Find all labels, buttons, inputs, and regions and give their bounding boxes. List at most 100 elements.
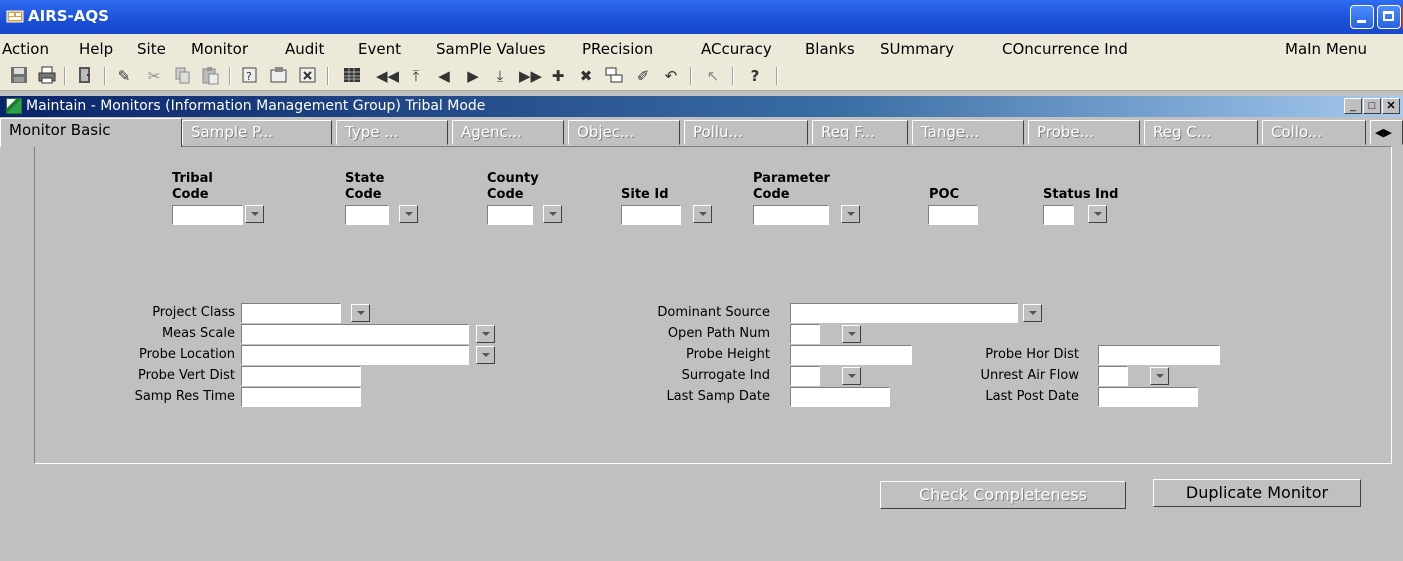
site-id-field[interactable] [621, 205, 681, 225]
tab-sample-p[interactable]: Sample P... [182, 120, 332, 145]
state-code-field[interactable] [345, 205, 389, 225]
save-icon[interactable] [8, 65, 30, 87]
menu-help[interactable]: Help [79, 40, 113, 58]
probe-location-dropdown[interactable] [476, 346, 495, 364]
toolbar-separator [776, 67, 778, 85]
samp-res-time-field[interactable] [241, 387, 361, 407]
copy-icon[interactable] [171, 65, 193, 87]
project-class-field[interactable] [241, 303, 341, 323]
open-path-num-dropdown[interactable] [842, 325, 861, 343]
first-record-icon[interactable]: ◀◀ [376, 65, 399, 87]
tab-strip: Monitor Basic Sample P... Type ... Agenc… [0, 118, 1403, 147]
list-icon[interactable]: ↖ [702, 65, 724, 87]
menu-monitor[interactable]: Monitor [191, 40, 248, 58]
edit-icon[interactable]: ✎ [113, 65, 135, 87]
menu-event[interactable]: Event [358, 40, 401, 58]
app-icon [6, 10, 24, 23]
inner-maximize-button[interactable]: □ [1363, 98, 1381, 114]
parameter-code-header: Parameter Code [753, 171, 830, 202]
menu-action[interactable]: Action [2, 40, 49, 58]
probe-vert-dist-field[interactable] [241, 366, 361, 386]
tab-probe[interactable]: Probe... [1028, 120, 1140, 145]
insert-record-icon[interactable]: ✚ [547, 65, 569, 87]
tab-monitor-basic[interactable]: Monitor Basic [0, 118, 182, 147]
last-samp-date-field[interactable] [790, 387, 890, 407]
previous-record-icon[interactable]: ◀ [433, 65, 455, 87]
tribal-code-field[interactable] [172, 205, 243, 225]
unrest-air-flow-dropdown[interactable] [1150, 367, 1169, 385]
delete-record-icon[interactable]: ✖ [575, 65, 597, 87]
next-set-icon[interactable]: ⤓ [489, 65, 511, 87]
inner-minimize-button[interactable]: _ [1344, 98, 1362, 114]
tribal-code-header: Tribal Code [172, 171, 213, 202]
check-completeness-button[interactable]: Check Completeness [880, 481, 1126, 509]
state-code-dropdown[interactable] [399, 205, 418, 223]
parameter-code-field[interactable] [753, 205, 829, 225]
county-code-field[interactable] [487, 205, 533, 225]
tab-collocated[interactable]: Collo... [1262, 120, 1366, 145]
cancel-query-icon[interactable] [297, 65, 319, 87]
surrogate-ind-field[interactable] [790, 366, 820, 386]
maximize-button[interactable] [1377, 5, 1401, 29]
menu-audit[interactable]: Audit [285, 40, 324, 58]
toolbar-separator [327, 67, 329, 85]
window-title: AIRS-AQS [28, 7, 109, 25]
undo-icon[interactable]: ↶ [660, 65, 682, 87]
query-icon[interactable]: ? [239, 65, 261, 87]
unrest-air-flow-field[interactable] [1098, 366, 1128, 386]
probe-vert-dist-label: Probe Vert Dist [138, 368, 235, 383]
execute-query-icon[interactable] [268, 65, 290, 87]
tab-req-f[interactable]: Req F... [812, 120, 908, 145]
menu-sample-values[interactable]: SamPle Values [436, 40, 546, 58]
menu-precision[interactable]: PRecision [582, 40, 653, 58]
project-class-dropdown[interactable] [351, 304, 370, 322]
print-icon[interactable] [36, 65, 58, 87]
duplicate-monitor-button[interactable]: Duplicate Monitor [1153, 479, 1361, 507]
tab-objective[interactable]: Objec... [568, 120, 680, 145]
poc-field[interactable] [928, 205, 978, 225]
open-path-num-field[interactable] [790, 324, 820, 344]
surrogate-ind-dropdown[interactable] [842, 367, 861, 385]
status-ind-field[interactable] [1043, 205, 1074, 225]
tab-type[interactable]: Type ... [336, 120, 448, 145]
probe-hor-dist-field[interactable] [1098, 345, 1220, 365]
menu-accuracy[interactable]: ACcuracy [701, 40, 772, 58]
grid-icon[interactable] [341, 65, 363, 87]
previous-set-icon[interactable]: ⤒ [405, 65, 427, 87]
inner-close-button[interactable]: ✕ [1382, 98, 1400, 114]
meas-scale-dropdown[interactable] [476, 325, 495, 343]
exit-icon[interactable] [74, 65, 96, 87]
probe-height-field[interactable] [790, 345, 912, 365]
paste-icon[interactable] [199, 65, 221, 87]
dominant-source-field[interactable] [790, 303, 1018, 323]
clear-icon[interactable]: ✐ [632, 65, 654, 87]
tab-scroll-arrows[interactable]: ◀▶ [1370, 120, 1403, 145]
parameter-code-dropdown[interactable] [841, 205, 860, 223]
help-icon[interactable]: ? [744, 65, 766, 87]
site-id-dropdown[interactable] [693, 205, 712, 223]
probe-location-field[interactable] [241, 345, 469, 365]
minimize-button[interactable] [1350, 5, 1374, 29]
toolbar-separator [104, 67, 106, 85]
menu-summary[interactable]: SUmmary [880, 40, 954, 58]
last-record-icon[interactable]: ▶▶ [519, 65, 542, 87]
menu-concurrence-ind[interactable]: COncurrence Ind [1002, 40, 1128, 58]
meas-scale-field[interactable] [241, 324, 469, 344]
menu-blanks[interactable]: Blanks [805, 40, 855, 58]
tribal-code-dropdown[interactable] [245, 205, 264, 223]
next-record-icon[interactable]: ▶ [462, 65, 484, 87]
cut-icon[interactable]: ✂ [143, 65, 165, 87]
duplicate-record-icon[interactable] [603, 65, 625, 87]
status-ind-dropdown[interactable] [1088, 205, 1107, 223]
county-code-dropdown[interactable] [543, 205, 562, 223]
tab-pollutant[interactable]: Pollu... [684, 120, 808, 145]
menu-site[interactable]: Site [137, 40, 166, 58]
last-post-date-field[interactable] [1098, 387, 1198, 407]
toolbar-separator [732, 67, 734, 85]
open-path-num-label: Open Path Num [667, 326, 770, 341]
menu-main-menu[interactable]: MaIn Menu [1285, 40, 1367, 58]
tab-reg-c[interactable]: Reg C... [1144, 120, 1258, 145]
tab-tangent[interactable]: Tange... [912, 120, 1024, 145]
dominant-source-dropdown[interactable] [1023, 304, 1042, 322]
tab-agency[interactable]: Agenc... [452, 120, 564, 145]
